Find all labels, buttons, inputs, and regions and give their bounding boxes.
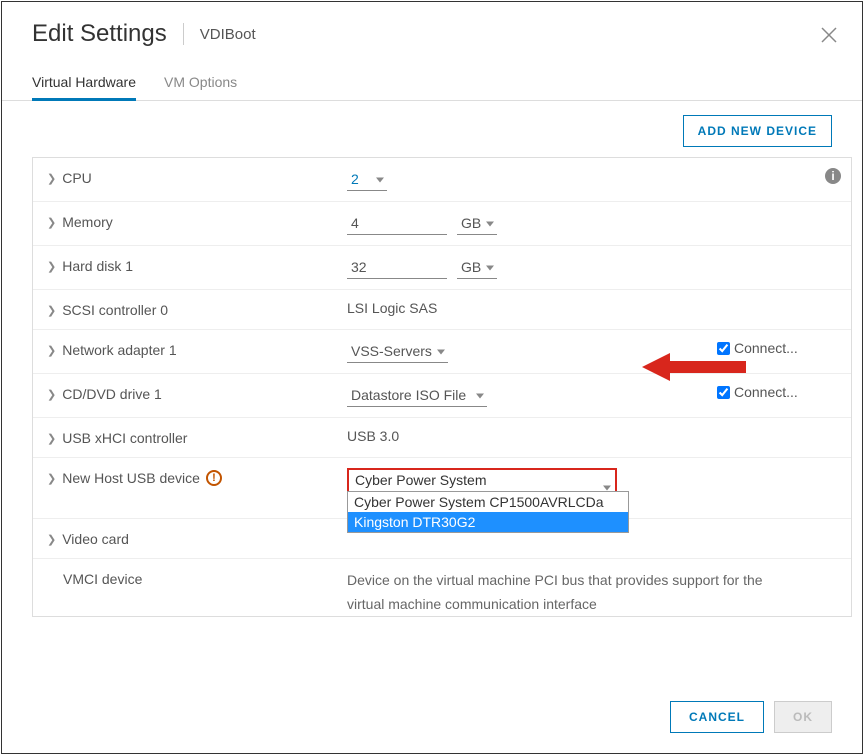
memory-unit-select[interactable]: GB [457,212,497,235]
network-connect-checkbox[interactable] [717,342,730,355]
dialog-title: Edit Settings [32,20,167,48]
cd-connect-label: Connect... [734,384,798,400]
add-new-device-button[interactable]: ADD NEW DEVICE [683,115,832,147]
info-icon[interactable]: i [825,168,841,184]
chevron-right-icon[interactable]: ❯ [47,172,56,185]
edit-settings-dialog: Edit Settings VDIBoot Virtual Hardware V… [1,1,863,754]
row-vmci: VMCI device Device on the virtual machin… [33,558,851,617]
vmci-label: VMCI device [63,571,142,587]
vm-name: VDIBoot [200,26,256,43]
usb-option-1[interactable]: Kingston DTR30G2 [348,512,628,532]
chevron-right-icon[interactable]: ❯ [47,304,56,317]
cd-label: CD/DVD drive 1 [62,386,162,402]
row-scsi: ❯ SCSI controller 0 LSI Logic SAS [33,289,851,329]
chevron-right-icon[interactable]: ❯ [47,432,56,445]
usb-device-dropdown: Cyber Power System CP1500AVRLCDa Kingsto… [347,491,629,533]
chevron-down-icon [603,486,611,491]
memory-label: Memory [62,214,113,230]
tab-vm-options[interactable]: VM Options [164,66,237,100]
cpu-select[interactable]: 2 [347,168,387,191]
cd-select[interactable]: Datastore ISO File [347,384,487,407]
chevron-right-icon[interactable]: ❯ [47,344,56,357]
video-label: Video card [62,531,129,547]
tab-virtual-hardware[interactable]: Virtual Hardware [32,66,136,100]
usb-option-0[interactable]: Cyber Power System CP1500AVRLCDa [348,492,628,512]
cd-connect-checkbox[interactable] [717,386,730,399]
scsi-value: LSI Logic SAS [347,300,437,316]
tab-bar: Virtual Hardware VM Options [2,66,862,101]
chevron-right-icon[interactable]: ❯ [47,216,56,229]
hdd-label: Hard disk 1 [62,258,133,274]
row-memory: ❯ Memory GB [33,201,851,245]
close-icon[interactable] [820,26,838,49]
usbdev-label: New Host USB device [62,470,200,486]
dialog-header: Edit Settings VDIBoot [2,2,862,60]
scsi-label: SCSI controller 0 [62,302,168,318]
row-cd-dvd: ❯ CD/DVD drive 1 Datastore ISO File Conn… [33,373,851,417]
memory-input[interactable] [347,212,447,235]
toolbar: ADD NEW DEVICE [2,101,862,157]
cancel-button[interactable]: CANCEL [670,701,764,733]
hdd-input[interactable] [347,256,447,279]
chevron-right-icon[interactable]: ❯ [47,388,56,401]
cpu-label: CPU [62,170,92,186]
row-new-host-usb: ❯ New Host USB device ! Cyber Power Syst… [33,457,851,518]
title-divider [183,23,184,45]
chevron-right-icon[interactable]: ❯ [47,472,56,485]
row-network-adapter: ❯ Network adapter 1 VSS-Servers Connect.… [33,329,851,373]
chevron-right-icon[interactable]: ❯ [47,260,56,273]
vmci-description: Device on the virtual machine PCI bus th… [347,569,777,617]
row-cpu: ❯ CPU 2 i [33,158,851,201]
warning-icon: ! [206,470,222,486]
network-connect-label: Connect... [734,340,798,356]
chevron-right-icon[interactable]: ❯ [47,533,56,546]
hdd-unit-select[interactable]: GB [457,256,497,279]
row-usb-controller: ❯ USB xHCI controller USB 3.0 [33,417,851,457]
usbctl-value: USB 3.0 [347,428,399,444]
hardware-list[interactable]: ❯ CPU 2 i ❯ Memory GB [32,157,852,617]
dialog-footer: CANCEL OK [2,681,862,753]
ok-button: OK [774,701,832,733]
net-label: Network adapter 1 [62,342,176,358]
row-hard-disk: ❯ Hard disk 1 GB [33,245,851,289]
usbctl-label: USB xHCI controller [62,430,187,446]
network-select[interactable]: VSS-Servers [347,340,448,363]
